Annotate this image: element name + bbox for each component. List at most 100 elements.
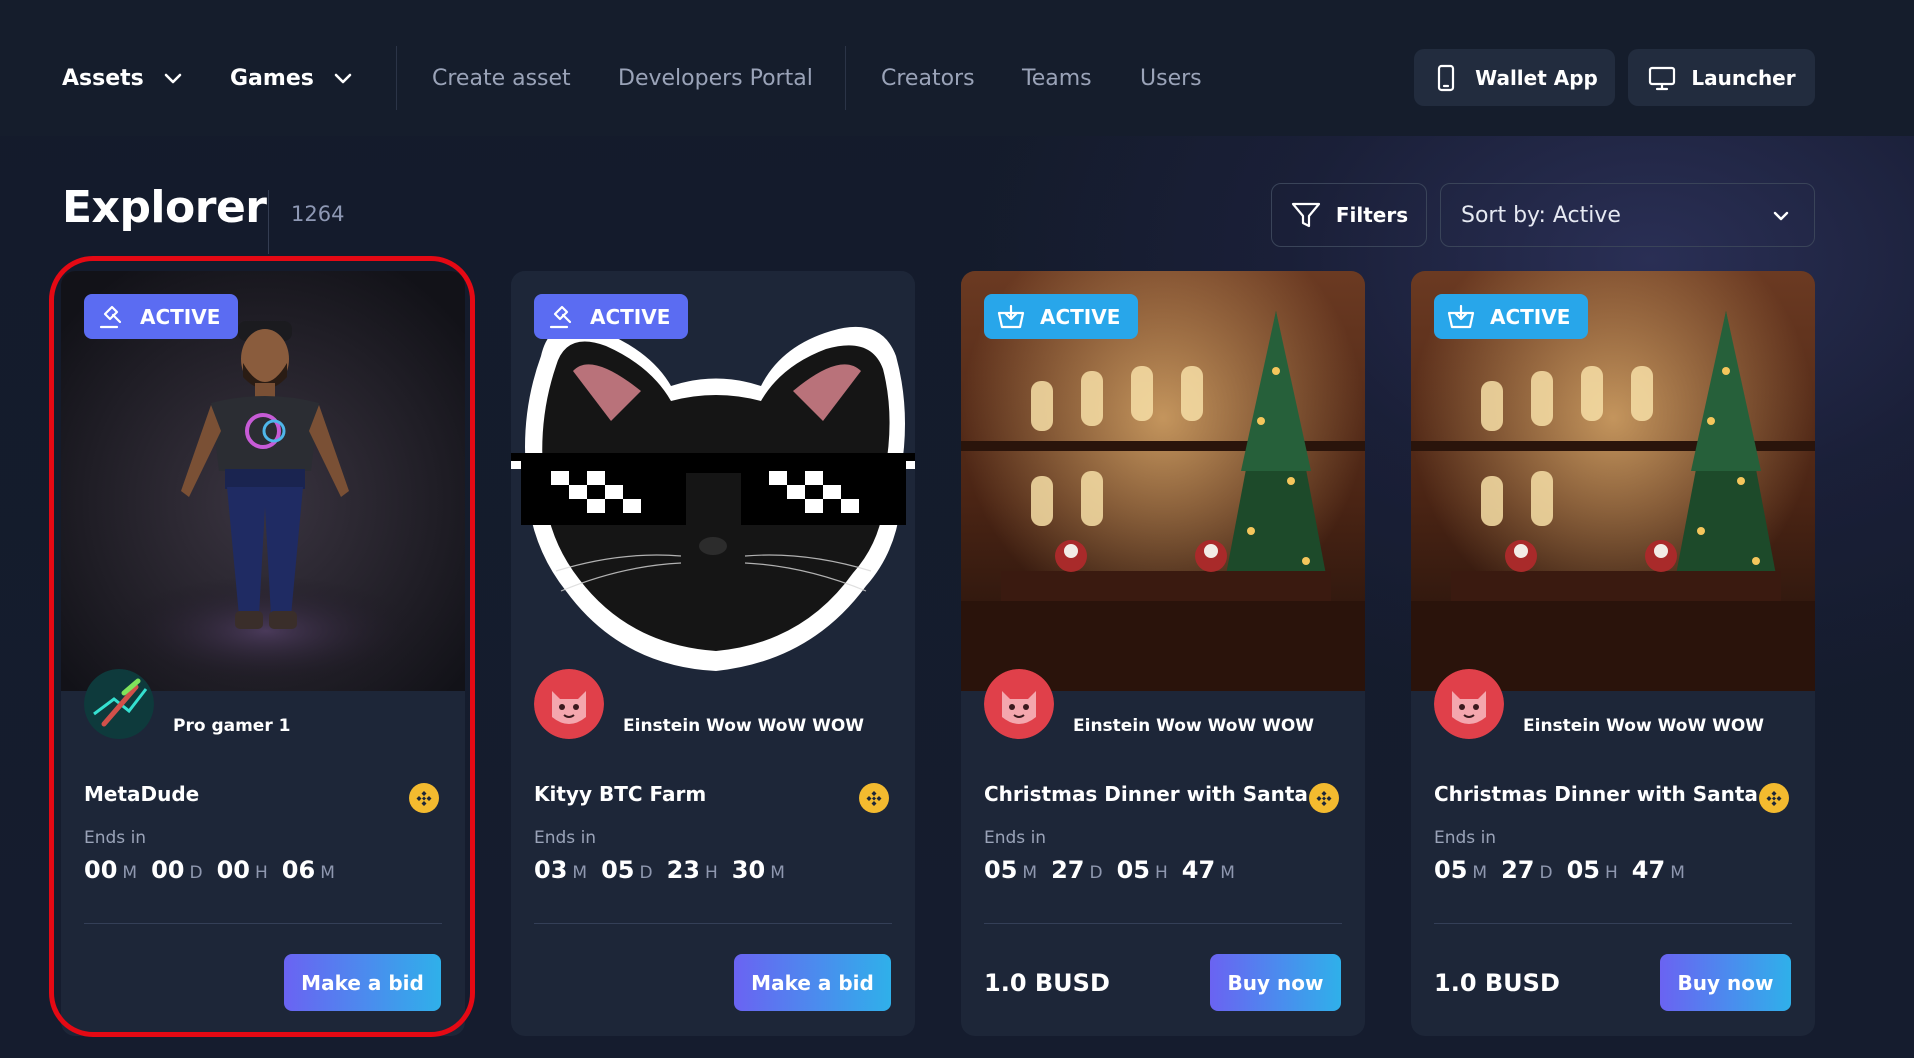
asset-name[interactable]: Kityy BTC Farm <box>534 782 706 806</box>
chevron-down-icon <box>162 67 184 89</box>
creator-avatar[interactable] <box>1434 669 1504 739</box>
ends-in-label: Ends in <box>984 828 1047 848</box>
nav-teams-link[interactable]: Teams <box>1022 58 1092 98</box>
timer-minutes: 47 <box>1631 856 1666 884</box>
creator-avatar[interactable] <box>984 669 1054 739</box>
creator-name[interactable]: Einstein Wow WoW WOW <box>1073 716 1314 736</box>
card-divider <box>984 923 1342 924</box>
nav-games-dropdown[interactable]: Games <box>230 58 354 98</box>
status-badge: ACTIVE <box>1434 294 1589 339</box>
bnb-coin-icon <box>409 783 439 813</box>
filter-icon <box>1290 199 1322 231</box>
price: 1.0 BUSD <box>1434 969 1560 997</box>
timer-unit: M <box>1472 863 1488 883</box>
ends-in-label: Ends in <box>1434 828 1497 848</box>
sort-label: Sort by: Active <box>1461 202 1621 228</box>
nav-assets-dropdown[interactable]: Assets <box>62 58 184 98</box>
timer-hours: 23 <box>666 856 700 884</box>
timer-months: 00 <box>84 856 118 884</box>
timer-days: 05 <box>601 856 635 884</box>
timer-months: 05 <box>1434 856 1468 884</box>
countdown-timer: 05 M 27 D 05 H 47 M <box>984 856 1249 884</box>
asset-count: 1264 <box>291 202 345 226</box>
monitor-icon <box>1647 63 1677 93</box>
timer-unit: D <box>1539 863 1553 883</box>
nav-divider <box>845 46 846 110</box>
nav-divider <box>396 46 397 110</box>
nav-developers-portal-link[interactable]: Developers Portal <box>618 58 813 98</box>
ends-in-label: Ends in <box>534 828 597 848</box>
asset-card[interactable]: ACTIVE Einstein Wow WoW WOW Christmas Di… <box>1411 271 1815 1036</box>
nav-assets-label: Assets <box>62 65 144 91</box>
bnb-coin-icon <box>1759 783 1789 813</box>
ends-in-label: Ends in <box>84 828 147 848</box>
launcher-button[interactable]: Launcher <box>1628 49 1815 106</box>
launcher-label: Launcher <box>1691 65 1796 90</box>
creator-name[interactable]: Einstein Wow WoW WOW <box>1523 716 1764 736</box>
timer-minutes: 47 <box>1181 856 1216 884</box>
timer-minutes: 06 <box>281 856 316 884</box>
buy-now-button[interactable]: Buy now <box>1660 954 1791 1011</box>
status-label: ACTIVE <box>1040 304 1121 329</box>
timer-minutes: 30 <box>731 856 766 884</box>
top-navigation: Assets Games Create asset Developers Por… <box>0 0 1914 136</box>
bnb-coin-icon <box>1309 783 1339 813</box>
creator-avatar[interactable] <box>534 669 604 739</box>
creator-name[interactable]: Pro gamer 1 <box>173 716 290 736</box>
gavel-icon <box>96 302 126 332</box>
nav-users-link[interactable]: Users <box>1140 58 1202 98</box>
make-a-bid-button[interactable]: Make a bid <box>284 954 441 1011</box>
status-badge: ACTIVE <box>534 294 689 339</box>
basket-icon <box>996 302 1026 332</box>
make-a-bid-button[interactable]: Make a bid <box>734 954 891 1011</box>
card-divider <box>1434 923 1792 924</box>
asset-card[interactable]: ACTIVE Einstein Wow WoW WOW Kityy BTC Fa… <box>511 271 915 1036</box>
timer-hours: 05 <box>1566 856 1600 884</box>
status-badge: ACTIVE <box>984 294 1139 339</box>
wallet-app-button[interactable]: Wallet App <box>1414 49 1615 106</box>
nav-create-asset-link[interactable]: Create asset <box>432 58 571 98</box>
asset-name[interactable]: Christmas Dinner with Santa... <box>984 782 1331 806</box>
nav-games-label: Games <box>230 65 314 91</box>
creator-name[interactable]: Einstein Wow WoW WOW <box>623 716 864 736</box>
asset-card[interactable]: ACTIVE Pro gamer 1 MetaDude Ends in 00 M … <box>61 271 465 1036</box>
chevron-down-icon <box>332 67 354 89</box>
page-title: Explorer <box>62 182 267 233</box>
timer-unit: M <box>122 863 138 883</box>
countdown-timer: 03 M 05 D 23 H 30 M <box>534 856 799 884</box>
timer-hours: 00 <box>216 856 250 884</box>
timer-months: 05 <box>984 856 1018 884</box>
bnb-coin-icon <box>859 783 889 813</box>
timer-unit: H <box>704 863 718 883</box>
timer-unit: D <box>189 863 203 883</box>
asset-card[interactable]: ACTIVE Einstein Wow WoW WOW Christmas Di… <box>961 271 1365 1036</box>
buy-now-button[interactable]: Buy now <box>1210 954 1341 1011</box>
nav-creators-link[interactable]: Creators <box>881 58 975 98</box>
timer-unit: M <box>320 863 335 883</box>
countdown-timer: 00 M 00 D 00 H 06 M <box>84 856 349 884</box>
wallet-app-label: Wallet App <box>1475 65 1598 90</box>
timer-days: 27 <box>1501 856 1535 884</box>
timer-unit: M <box>572 863 588 883</box>
timer-days: 27 <box>1051 856 1085 884</box>
timer-hours: 05 <box>1116 856 1150 884</box>
timer-unit: D <box>1089 863 1103 883</box>
timer-unit: M <box>770 863 785 883</box>
asset-name[interactable]: MetaDude <box>84 782 199 806</box>
status-badge: ACTIVE <box>84 294 239 339</box>
price: 1.0 BUSD <box>984 969 1110 997</box>
filters-button[interactable]: Filters <box>1271 183 1427 247</box>
timer-months: 03 <box>534 856 568 884</box>
timer-unit: H <box>254 863 268 883</box>
smartphone-icon <box>1431 63 1461 93</box>
status-label: ACTIVE <box>590 304 671 329</box>
card-divider <box>84 923 442 924</box>
status-label: ACTIVE <box>140 304 221 329</box>
creator-avatar[interactable] <box>84 669 154 739</box>
asset-name[interactable]: Christmas Dinner with Santa... <box>1434 782 1781 806</box>
sort-select[interactable]: Sort by: Active <box>1440 183 1815 247</box>
timer-unit: M <box>1022 863 1038 883</box>
countdown-timer: 05 M 27 D 05 H 47 M <box>1434 856 1699 884</box>
timer-unit: D <box>639 863 653 883</box>
timer-unit: M <box>1220 863 1235 883</box>
